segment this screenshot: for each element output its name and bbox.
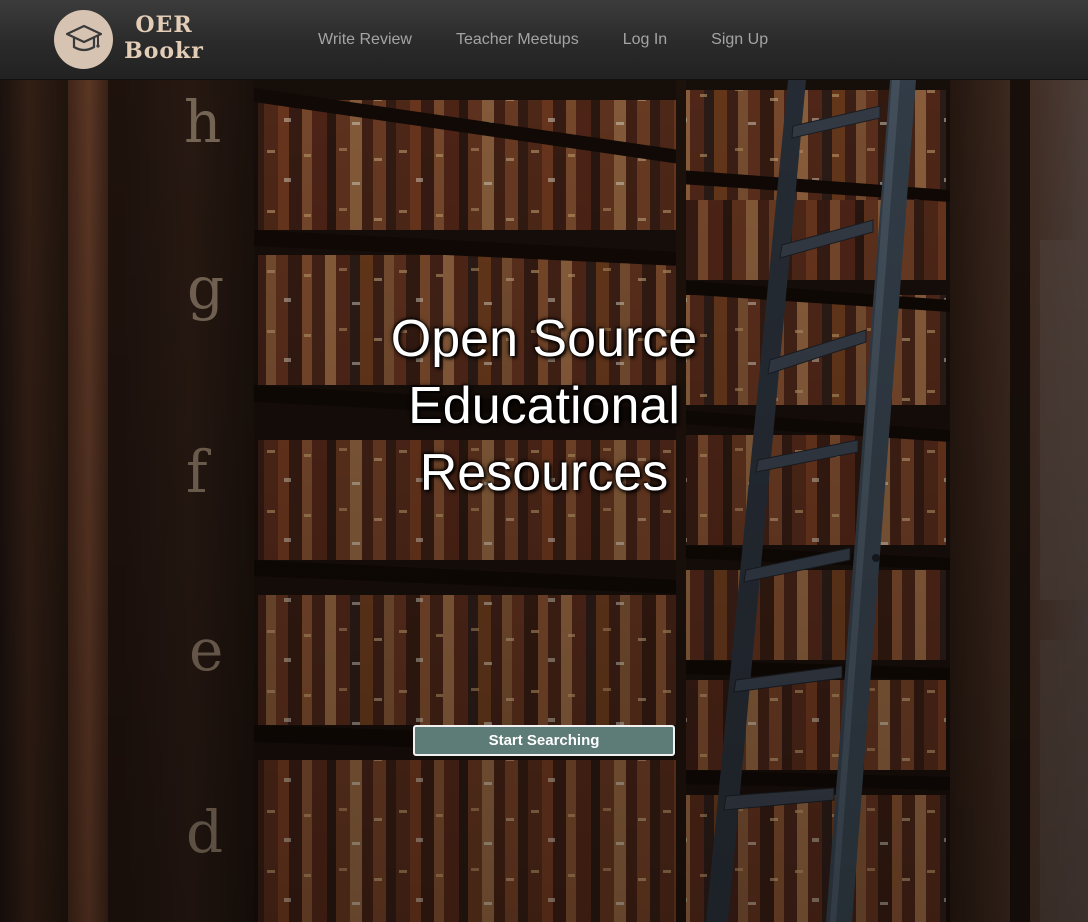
nav-teacher-meetups[interactable]: Teacher Meetups — [434, 0, 601, 79]
hero-section: h g f e d — [0, 80, 1088, 922]
nav-sign-up[interactable]: Sign Up — [689, 0, 790, 79]
main-nav: Write Review Teacher Meetups Log In Sign… — [296, 0, 790, 79]
hero-title-line-1: Open Source — [390, 310, 698, 368]
logo-line-1: OER — [135, 12, 193, 38]
logo-badge — [54, 10, 113, 69]
hero-title-line-2: Educational — [408, 377, 680, 435]
nav-log-in[interactable]: Log In — [601, 0, 689, 79]
logo-line-2: Bookr — [124, 38, 204, 64]
hero-title-line-3: Resources — [419, 444, 669, 502]
top-navbar: OER Bookr Write Review Teacher Meetups L… — [0, 0, 1088, 80]
start-searching-button[interactable]: Start Searching — [413, 725, 675, 756]
hero-title: Open Source Educational Resources — [0, 306, 1088, 507]
brand-logo-link[interactable]: OER Bookr — [54, 10, 214, 70]
logo-wordmark: OER Bookr — [114, 12, 214, 64]
nav-write-review[interactable]: Write Review — [296, 0, 434, 79]
graduation-cap-icon — [65, 24, 103, 52]
